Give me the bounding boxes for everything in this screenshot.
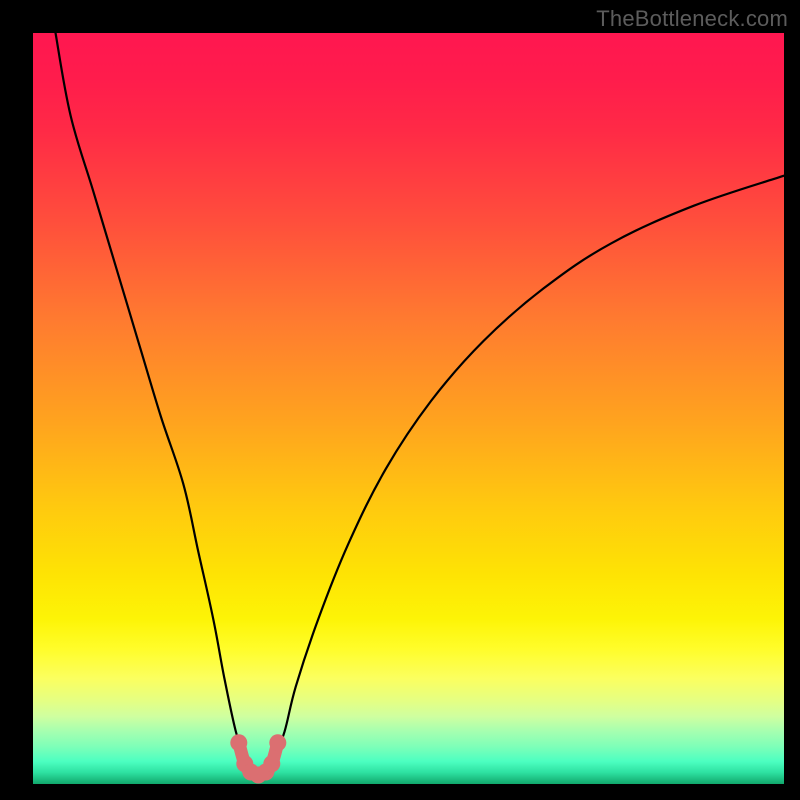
curve-layer	[33, 33, 784, 784]
optimal-region-dots	[230, 734, 286, 783]
optimal-point	[230, 734, 247, 751]
chart-frame: TheBottleneck.com	[0, 0, 800, 800]
optimal-point	[269, 734, 286, 751]
bottleneck-curve	[56, 33, 784, 775]
watermark-text: TheBottleneck.com	[596, 6, 788, 32]
optimal-point	[263, 755, 280, 772]
plot-area	[33, 33, 784, 784]
